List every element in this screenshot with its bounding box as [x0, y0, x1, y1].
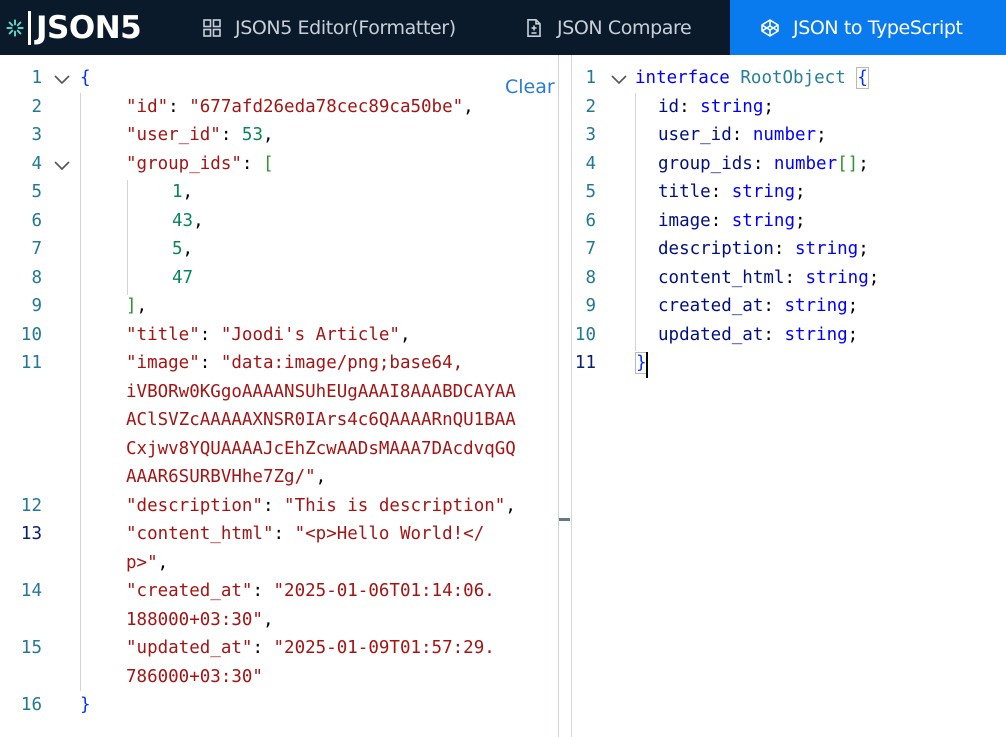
fold-chevron-icon[interactable]	[52, 156, 72, 176]
code-line: created_at: string;	[658, 296, 859, 316]
line-number: 9	[585, 296, 596, 316]
code-line-wrapped: 786000+03:30"	[126, 667, 263, 687]
logo-divider	[28, 10, 31, 45]
clear-button[interactable]: Clear	[505, 76, 555, 98]
code-line: {	[80, 68, 91, 88]
text-cursor	[646, 352, 648, 378]
code-line: 5,	[172, 239, 194, 259]
line-number: 3	[31, 125, 42, 145]
line-number: 2	[31, 97, 42, 117]
line-number: 9	[31, 296, 42, 316]
fold-chevron-icon[interactable]	[609, 70, 629, 90]
line-number-active: 11	[574, 353, 596, 373]
tab-json-to-typescript[interactable]: JSON to TypeScript	[730, 0, 1006, 55]
code-line: ],	[126, 296, 148, 316]
tab-label: JSON Compare	[557, 16, 692, 39]
code-line: title: string;	[658, 182, 806, 202]
line-number: 15	[20, 638, 42, 658]
line-number-active: 13	[20, 524, 42, 544]
line-number: 14	[20, 581, 42, 601]
code-line-wrapped: AClSVZcAAAAAXNSR0IArs4c6QAAAARnQU1BAA	[126, 410, 516, 430]
line-number: 4	[31, 154, 42, 174]
code-line: content_html: string;	[658, 268, 880, 288]
code-line: user_id: number;	[658, 125, 827, 145]
line-number: 4	[585, 154, 596, 174]
indent-guide	[127, 180, 128, 295]
app-logo[interactable]: JSON5	[6, 6, 142, 49]
code-line-wrapped: 188000+03:30",	[126, 610, 274, 630]
code-line: "user_id": 53,	[126, 125, 274, 145]
line-number: 6	[31, 211, 42, 231]
indent-guide	[635, 93, 636, 351]
code-line-wrapped: Cxjwv8YQUAAAAJcEhZcwAADsMAAA7DAcdvqGQ	[126, 439, 516, 459]
code-line: 43,	[172, 211, 204, 231]
line-number: 16	[20, 695, 42, 715]
code-line: 47	[172, 268, 194, 288]
line-number: 1	[585, 68, 596, 88]
code-line: id: string;	[658, 97, 774, 117]
logo-text: JSON5	[36, 9, 142, 46]
line-number: 7	[585, 239, 596, 259]
sparkle-icon	[6, 18, 24, 37]
code-line: 1,	[172, 182, 194, 202]
resize-handle[interactable]	[559, 518, 570, 521]
indent-guide	[80, 93, 81, 691]
code-line: "id": "677afd26eda78cec89ca50be",	[126, 97, 474, 117]
code-line-active: "content_html": "<p>Hello World!</	[126, 524, 485, 544]
code-line: "group_ids": [	[126, 154, 274, 174]
code-line-wrapped: AAAR6SURBVHhe7Zg/",	[126, 467, 327, 487]
code-line: "title": "Joodi's Article",	[126, 325, 411, 345]
code-line-wrapped: iVBORw0KGgoAAAANSUhEUgAAAI8AAABDCAYAA	[126, 382, 516, 402]
line-number: 8	[585, 268, 596, 288]
code-line: "created_at": "2025-01-06T01:14:06.	[126, 581, 495, 601]
codepen-icon	[761, 18, 779, 37]
file-compare-icon	[527, 18, 541, 37]
code-line: description: string;	[658, 239, 869, 259]
code-line: }	[80, 695, 91, 715]
tab-label: JSON to TypeScript	[793, 16, 963, 39]
code-line-wrapped: p>",	[126, 553, 169, 573]
tab-json5-editor[interactable]: JSON5 Editor(Formatter)	[202, 0, 456, 55]
tab-json-compare[interactable]: JSON Compare	[524, 0, 692, 55]
line-number: 8	[31, 268, 42, 288]
line-number: 2	[585, 97, 596, 117]
fold-chevron-icon[interactable]	[52, 70, 72, 90]
line-number: 10	[574, 325, 596, 345]
line-number: 6	[585, 211, 596, 231]
line-number: 3	[585, 125, 596, 145]
line-number: 1	[31, 68, 42, 88]
grid-icon	[203, 18, 221, 37]
top-navigation-bar: JSON5 JSON5 Editor(Formatter) JSON Compa…	[0, 0, 1006, 55]
line-number: 10	[20, 325, 42, 345]
line-number: 5	[31, 182, 42, 202]
code-line: updated_at: string;	[658, 325, 859, 345]
line-number: 7	[31, 239, 42, 259]
code-line: "description": "This is description",	[126, 496, 516, 516]
code-line: "image": "data:image/png;base64,	[126, 353, 464, 373]
code-line: "updated_at": "2025-01-09T01:57:29.	[126, 638, 495, 658]
line-number: 12	[20, 496, 42, 516]
line-number: 11	[20, 353, 42, 373]
pane-divider	[558, 55, 559, 737]
code-line: group_ids: number[];	[658, 154, 869, 174]
code-line: image: string;	[658, 211, 806, 231]
tab-label: JSON5 Editor(Formatter)	[235, 16, 456, 39]
code-line: interface RootObject {	[635, 67, 869, 89]
line-number: 5	[585, 182, 596, 202]
